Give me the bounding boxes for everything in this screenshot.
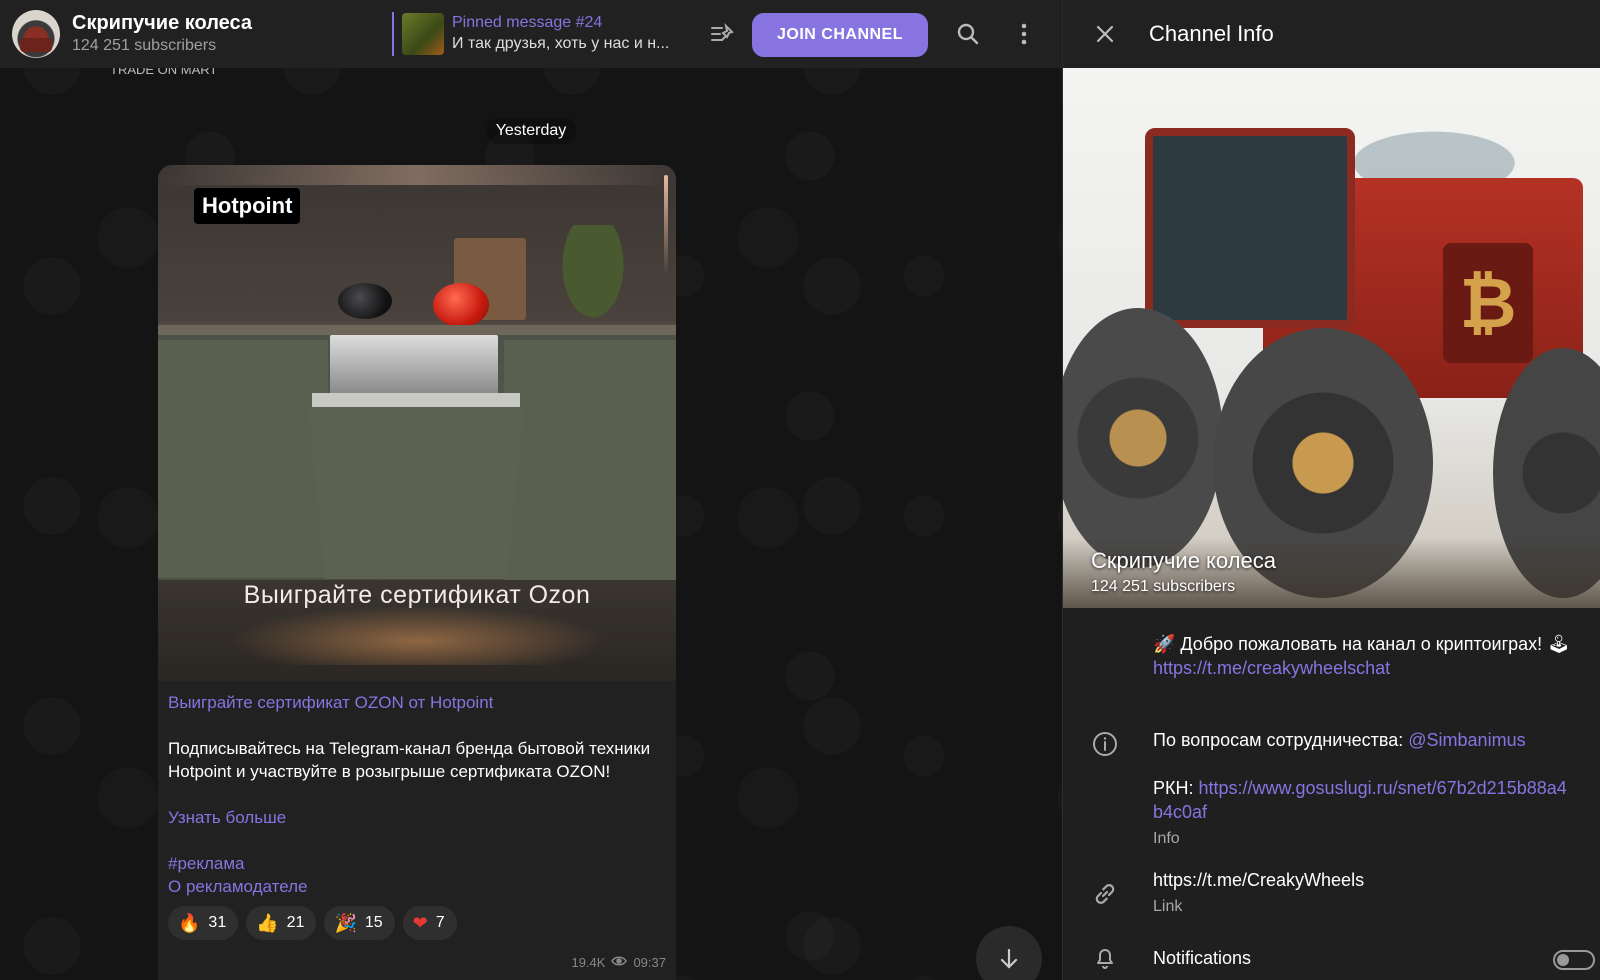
info-content: По вопросам сотрудничества: @Simbanimus … bbox=[1153, 728, 1573, 850]
notifications-label: Notifications bbox=[1153, 948, 1252, 968]
pinned-thumbnail bbox=[402, 13, 444, 55]
party-popper-icon: 🎉 bbox=[334, 913, 357, 933]
ad-light bbox=[158, 165, 676, 185]
rkn-label: РКН: bbox=[1153, 778, 1199, 798]
heart-icon: ❤ bbox=[412, 913, 428, 933]
pinned-title: Pinned message #24 bbox=[452, 14, 603, 31]
message-meta: 19.4K 09:37 bbox=[571, 955, 666, 970]
reaction-party[interactable]: 🎉 15 bbox=[324, 906, 395, 940]
message-time: 09:37 bbox=[633, 955, 666, 970]
info-header: Channel Info bbox=[1063, 0, 1600, 68]
thumbs-up-icon: 👍 bbox=[256, 913, 279, 933]
subscriber-count: 124 251 subscribers bbox=[72, 37, 217, 54]
info-title: Channel Info bbox=[1149, 21, 1274, 46]
description-link[interactable]: https://t.me/creakywheelschat bbox=[1153, 656, 1573, 680]
bitcoin-icon: ₿ bbox=[1443, 243, 1533, 363]
ad-plant bbox=[558, 225, 628, 325]
sponsored-message: Hotpoint Выиграйте сертификат Ozon Выигр… bbox=[158, 165, 676, 980]
channel-title-block[interactable]: Скрипучие колеса 124 251 subscribers bbox=[72, 11, 372, 57]
telegram-app: Скрипучие колеса 124 251 subscribers Pin… bbox=[0, 0, 1600, 980]
reactions-bar: 🔥 31 👍 21 🎉 15 ❤ 7 bbox=[168, 906, 666, 940]
fire-icon: 🔥 bbox=[178, 913, 201, 933]
pinned-list-icon[interactable] bbox=[708, 20, 736, 48]
reaction-heart[interactable]: ❤ 7 bbox=[402, 906, 457, 940]
notifications-content: Notifications bbox=[1153, 946, 1573, 970]
description-content: 🚀 Добро пожаловать на канал о криптоигра… bbox=[1153, 632, 1573, 680]
link-content: https://t.me/CreakyWheels Link bbox=[1153, 868, 1573, 918]
ad-image[interactable]: Hotpoint Выиграйте сертификат Ozon bbox=[158, 165, 676, 681]
tractor-wheel bbox=[1063, 308, 1223, 568]
cover-subscriber-count: 124 251 subscribers bbox=[1091, 578, 1236, 595]
hashtag-link[interactable]: #реклама bbox=[168, 852, 666, 875]
reaction-count: 15 bbox=[364, 914, 383, 931]
notifications-toggle[interactable] bbox=[1553, 950, 1595, 970]
ad-glow bbox=[228, 605, 608, 665]
ad-caption: Выиграйте сертификат Ozon bbox=[243, 581, 591, 609]
rkn-line: РКН: https://www.gosuslugi.ru/snet/67b2d… bbox=[1153, 776, 1573, 824]
channel-info-panel: Channel Info ₿ Скрипучие колеса 124 251 … bbox=[1062, 0, 1600, 980]
info-sublabel: Info bbox=[1153, 830, 1180, 847]
ad-eggplant bbox=[338, 283, 392, 319]
channel-title: Скрипучие колеса bbox=[72, 12, 253, 34]
date-label: Yesterday bbox=[485, 118, 577, 144]
pinned-message-bar[interactable]: Pinned message #24 И так друзья, хоть у … bbox=[392, 12, 692, 56]
rkn-link[interactable]: https://www.gosuslugi.ru/snet/67b2d215b8… bbox=[1153, 778, 1567, 822]
ad-edge-light bbox=[664, 175, 668, 275]
channel-avatar[interactable] bbox=[12, 10, 60, 58]
cooperation-label: По вопросам сотрудничества: bbox=[1153, 730, 1409, 750]
ad-countertop bbox=[158, 325, 676, 335]
message-text: Подписывайтесь на Telegram-канал бренда … bbox=[168, 739, 651, 781]
cooperation-line: По вопросам сотрудничества: @Simbanimus bbox=[1153, 728, 1573, 752]
bell-icon bbox=[1091, 944, 1119, 972]
chat-header: Скрипучие колеса 124 251 subscribers Pin… bbox=[0, 0, 1062, 68]
ad-tomato bbox=[433, 283, 489, 327]
message-body: Выиграйте сертификат OZON от Hotpoint По… bbox=[158, 681, 676, 940]
reaction-thumbs-up[interactable]: 👍 21 bbox=[246, 906, 317, 940]
ad-dishwasher-rack bbox=[330, 335, 498, 395]
channel-link[interactable]: https://t.me/CreakyWheels bbox=[1153, 868, 1573, 892]
close-icon[interactable] bbox=[1093, 22, 1117, 46]
arrow-down-icon bbox=[1000, 948, 1018, 969]
ad-cabinet-right bbox=[504, 340, 676, 580]
cooperation-handle-link[interactable]: @Simbanimus bbox=[1408, 730, 1525, 750]
date-separator: Yesterday bbox=[0, 118, 1062, 144]
pinned-text: Pinned message #24 И так друзья, хоть у … bbox=[452, 13, 692, 55]
more-options-icon[interactable] bbox=[1010, 20, 1038, 48]
cover-channel-name: Скрипучие колеса bbox=[1091, 548, 1276, 573]
view-count: 19.4K bbox=[571, 955, 606, 970]
description-text: 🚀 Добро пожаловать на канал о криптоигра… bbox=[1153, 634, 1571, 654]
info-circle-icon bbox=[1091, 730, 1119, 758]
reaction-fire[interactable]: 🔥 31 bbox=[168, 906, 239, 940]
hotpoint-logo: Hotpoint bbox=[194, 188, 301, 224]
message-title-link[interactable]: Выиграйте сертификат OZON от Hotpoint bbox=[168, 691, 666, 714]
reaction-count: 7 bbox=[435, 914, 445, 931]
learn-more-link[interactable]: Узнать больше bbox=[168, 806, 666, 829]
tractor-cab bbox=[1145, 128, 1355, 328]
ad-dishwasher-panel bbox=[312, 393, 520, 407]
ad-dishwasher-door bbox=[308, 407, 524, 579]
link-sublabel: Link bbox=[1153, 898, 1183, 915]
join-channel-button[interactable]: JOIN CHANNEL bbox=[752, 13, 928, 57]
channel-cover-image[interactable]: ₿ Скрипучие колеса 124 251 subscribers bbox=[1063, 68, 1600, 608]
link-icon bbox=[1091, 880, 1119, 908]
advertiser-link[interactable]: О рекламодателе bbox=[168, 875, 666, 898]
ad-cabinet-left bbox=[158, 340, 328, 580]
search-icon[interactable] bbox=[954, 20, 982, 48]
reaction-count: 21 bbox=[286, 914, 305, 931]
eye-icon bbox=[611, 955, 628, 970]
chat-panel: Скрипучие колеса 124 251 subscribers Pin… bbox=[0, 0, 1062, 980]
pinned-preview: И так друзья, хоть у нас и н... bbox=[452, 35, 670, 52]
reaction-count: 31 bbox=[208, 914, 227, 931]
